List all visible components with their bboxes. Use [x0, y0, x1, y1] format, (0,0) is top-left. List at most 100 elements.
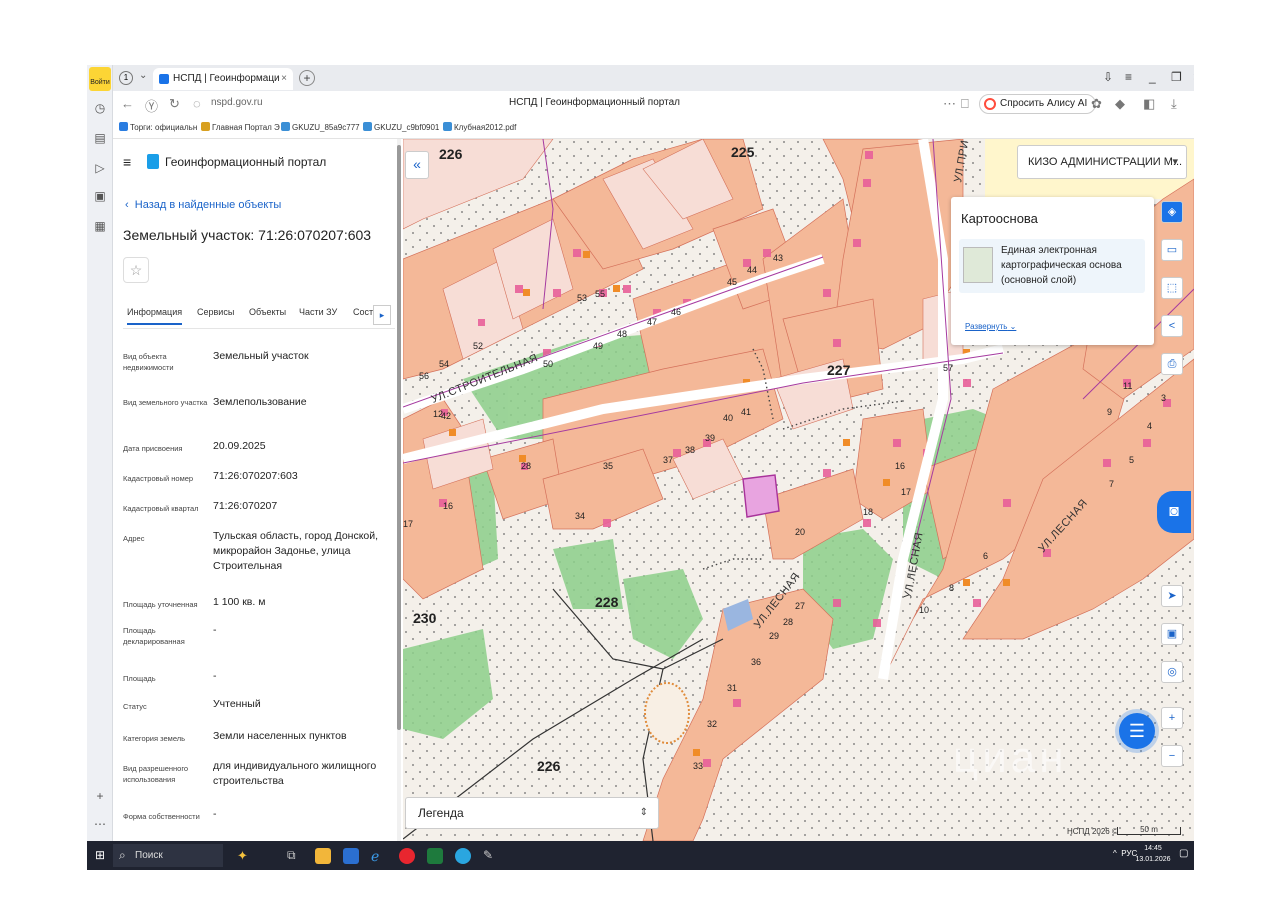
- close-window-icon[interactable]: ×: [1193, 70, 1194, 84]
- attr-value: -: [213, 808, 217, 820]
- clock-date: 13.01.2026: [1135, 856, 1171, 863]
- attr-value[interactable]: 71:26:070207:603: [213, 469, 383, 484]
- parcel-number: 55: [595, 289, 605, 299]
- minimize-icon[interactable]: _: [1149, 70, 1156, 84]
- extension-icon[interactable]: ✿: [1091, 96, 1102, 112]
- back-icon[interactable]: ←: [121, 96, 134, 111]
- parcel-number: 39: [705, 433, 715, 443]
- parcel-number: 37: [663, 455, 673, 465]
- file-explorer-icon[interactable]: [315, 848, 331, 864]
- tab-bar: 1 ⌄ НСПД | Геоинформаци × + ⇩ ≡ _ ❐ ×: [113, 65, 1194, 91]
- attr-label: Вид земельного участка: [123, 398, 208, 407]
- cadastral-map[interactable]: 226 225 227 228 230 226 УЛ.СТРОИТЕЛЬНАЯ …: [403, 139, 1194, 841]
- legend-toggle[interactable]: Легенда ⇕: [405, 797, 659, 829]
- favorite-star-icon[interactable]: ☆: [123, 257, 149, 283]
- bookmark-item[interactable]: GKUZU_c9bf0901: [363, 122, 439, 132]
- minimap-icon[interactable]: ▣: [1161, 623, 1183, 645]
- bookmark-item[interactable]: Главная Портал Э: [201, 122, 280, 132]
- scrollbar-thumb[interactable]: [397, 145, 401, 730]
- tab-objects[interactable]: Объекты: [249, 307, 286, 317]
- sparkle-icon[interactable]: ✦: [237, 848, 253, 864]
- block-label: 225: [731, 144, 755, 160]
- reader-icon[interactable]: ◧: [1143, 96, 1155, 112]
- ask-alice-button[interactable]: Спросить Алису AI: [979, 94, 1097, 114]
- taskbar-search[interactable]: Поиск: [113, 844, 223, 867]
- restore-icon[interactable]: ❐: [1171, 70, 1182, 84]
- collections-icon[interactable]: ▤: [91, 129, 109, 147]
- windows-start-icon[interactable]: ⊞: [95, 848, 105, 862]
- zoom-in-icon[interactable]: +: [1161, 707, 1183, 729]
- pen-icon[interactable]: ✎: [483, 848, 499, 864]
- bookmark-item[interactable]: Клубная2012.pdf: [443, 122, 516, 132]
- downloads-icon[interactable]: ⇩: [1103, 70, 1113, 84]
- ruler-icon[interactable]: ▭: [1161, 239, 1183, 261]
- attr-label: Статус: [123, 702, 147, 711]
- apps-icon[interactable]: ▦: [91, 217, 109, 235]
- panel-scrollbar[interactable]: [397, 139, 401, 841]
- select-area-icon[interactable]: ⬚: [1161, 277, 1183, 299]
- bookmark-item[interactable]: Торги: официальн: [119, 122, 197, 132]
- location-icon[interactable]: ◎: [1161, 661, 1183, 683]
- reload-icon[interactable]: ↻: [169, 96, 180, 112]
- browser-tab[interactable]: НСПД | Геоинформаци ×: [153, 68, 293, 90]
- portal-name: Геоинформационный портал: [165, 155, 327, 169]
- word-icon[interactable]: [343, 848, 359, 864]
- address-input[interactable]: nspd.gov.ru: [211, 97, 263, 108]
- chat-icon[interactable]: ☰: [1119, 713, 1155, 749]
- basemap-option[interactable]: Единая электронная картографическая осно…: [959, 239, 1145, 293]
- back-to-results-link[interactable]: ‹ Назад в найденные объекты: [125, 199, 281, 211]
- yandex-icon[interactable]: Ⓨ: [145, 96, 158, 115]
- parcel-number: 43: [773, 253, 783, 263]
- tab-services[interactable]: Сервисы: [197, 307, 234, 317]
- tab-count-badge[interactable]: 1: [119, 71, 133, 85]
- add-panel-icon[interactable]: +: [91, 787, 109, 805]
- play-icon[interactable]: ▷: [91, 159, 109, 177]
- chevron-down-icon[interactable]: ⌄: [139, 70, 147, 81]
- app-icon[interactable]: [455, 848, 471, 864]
- tab-info[interactable]: Информация: [127, 307, 183, 325]
- hamburger-menu-icon[interactable]: ≡: [123, 154, 131, 170]
- parcel-number: 16: [443, 501, 453, 511]
- bookmark-item[interactable]: GKUZU_85a9c777: [281, 122, 360, 132]
- download-icon[interactable]: ⤓: [1171, 96, 1177, 112]
- expand-link[interactable]: Развернуть ⌄: [965, 322, 1016, 331]
- new-tab-button[interactable]: +: [299, 70, 315, 86]
- attr-label: Площадь уточненная: [123, 600, 198, 609]
- shield-icon[interactable]: ◆: [1115, 96, 1125, 112]
- lock-icon[interactable]: ◌: [193, 96, 201, 111]
- login-button[interactable]: Войти: [89, 67, 111, 91]
- navigate-icon[interactable]: ➤: [1161, 585, 1183, 607]
- history-icon[interactable]: ◷: [91, 99, 109, 117]
- widget-icon[interactable]: ◙: [1157, 491, 1191, 533]
- yandex-browser-icon[interactable]: [399, 848, 415, 864]
- tab-parts[interactable]: Части ЗУ: [299, 307, 337, 317]
- tray-clock[interactable]: 14:45 13.01.2026: [1133, 843, 1173, 865]
- chevron-updown-icon: ⇕: [639, 807, 648, 818]
- bookmark-icon: [281, 122, 290, 131]
- close-icon[interactable]: ×: [281, 68, 287, 90]
- edge-icon[interactable]: ℯ: [371, 848, 387, 864]
- calculator-icon[interactable]: [427, 848, 443, 864]
- print-icon[interactable]: ⎙: [1161, 353, 1183, 375]
- portal-logo: [147, 154, 159, 169]
- basemap-title: Картооснова: [961, 211, 1038, 226]
- bookmarks-bar: Торги: официальн Главная Портал Э GKUZU_…: [113, 117, 1194, 139]
- layers-icon[interactable]: ◈: [1161, 201, 1183, 223]
- attr-value: 20.09.2025: [213, 440, 266, 452]
- task-view-icon[interactable]: ⧉: [287, 848, 303, 864]
- tabs-scroll-right-icon[interactable]: ▸: [373, 305, 391, 325]
- parcel-number: 34: [575, 511, 585, 521]
- bookmark-icon[interactable]: ⎕: [961, 96, 969, 112]
- more-icon[interactable]: ⋯: [91, 815, 109, 833]
- notification-icon[interactable]: ▢: [1179, 848, 1188, 859]
- zoom-out-icon[interactable]: −: [1161, 745, 1183, 767]
- layer-select[interactable]: КИЗО АДМИНИСТРАЦИИ М...: [1017, 145, 1187, 179]
- windows-taskbar: ⊞ Поиск ✦ ⧉ ℯ ✎ ^ РУС 14:45 13.01.2026 ▢: [87, 841, 1194, 870]
- attr-label: Кадастровый квартал: [123, 504, 199, 513]
- menu-icon[interactable]: ≡: [1125, 70, 1132, 84]
- share-icon[interactable]: <: [1161, 315, 1183, 337]
- more-icon[interactable]: ⋯: [943, 96, 956, 112]
- collapse-panel-button[interactable]: «: [405, 151, 429, 179]
- tab-number-icon[interactable]: ▣: [91, 187, 109, 205]
- attr-value[interactable]: 71:26:070207: [213, 499, 383, 514]
